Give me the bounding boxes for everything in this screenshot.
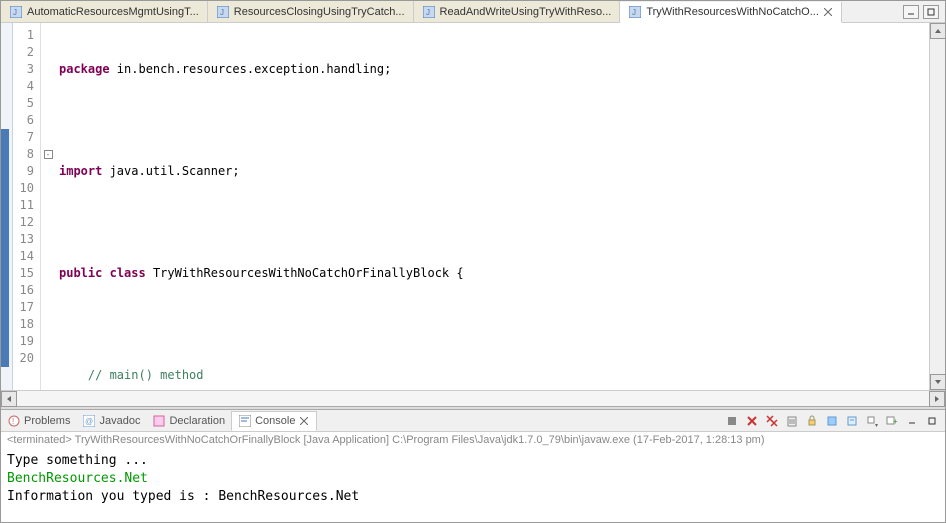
line-number: 7 — [13, 129, 34, 146]
svg-text:J: J — [220, 8, 224, 17]
line-number: 9 — [13, 163, 34, 180]
line-number: 14 — [13, 248, 34, 265]
tab-file-2[interactable]: J ResourcesClosingUsingTryCatch... — [208, 1, 414, 22]
scroll-lock-button[interactable] — [803, 412, 821, 430]
line-number: 6 — [13, 112, 34, 129]
console-line: Type something ... — [7, 452, 939, 470]
java-file-icon: J — [9, 5, 23, 19]
code-editor[interactable]: 1 2 3 4 5 6 7 8 9 10 11 12 13 14 15 16 1… — [1, 23, 945, 390]
maximize-view-button[interactable] — [923, 412, 941, 430]
line-number: 15 — [13, 265, 34, 282]
tab-label: Console — [255, 415, 295, 427]
tab-label: AutomaticResourcesMgmtUsingT... — [27, 6, 199, 18]
tab-label: ResourcesClosingUsingTryCatch... — [234, 6, 405, 18]
line-number: 19 — [13, 333, 34, 350]
scroll-right-icon[interactable] — [929, 391, 945, 407]
tab-label: ReadAndWriteUsingTryWithReso... — [440, 6, 612, 18]
line-number-gutter: 1 2 3 4 5 6 7 8 9 10 11 12 13 14 15 16 1… — [13, 23, 41, 390]
java-file-icon: J — [216, 5, 230, 19]
remove-launch-button[interactable] — [743, 412, 761, 430]
fold-column: - — [41, 23, 55, 390]
tab-declaration[interactable]: Declaration — [146, 412, 231, 430]
svg-text:J: J — [632, 8, 636, 17]
scroll-down-icon[interactable] — [930, 374, 946, 390]
tab-label: Declaration — [169, 415, 225, 427]
scroll-left-icon[interactable] — [1, 391, 17, 407]
terminate-button[interactable] — [723, 412, 741, 430]
scroll-up-icon[interactable] — [930, 23, 946, 39]
line-number: 3 — [13, 61, 34, 78]
tab-label: Problems — [24, 415, 70, 427]
open-console-dropdown[interactable] — [863, 412, 881, 430]
minimize-view-button[interactable] — [903, 412, 921, 430]
line-number: 1 — [13, 27, 34, 44]
horizontal-scrollbar[interactable] — [1, 390, 945, 406]
line-number: 12 — [13, 214, 34, 231]
line-number: 8 — [13, 146, 34, 163]
line-number: 17 — [13, 299, 34, 316]
line-number: 13 — [13, 231, 34, 248]
remove-all-button[interactable] — [763, 412, 781, 430]
clear-console-button[interactable] — [783, 412, 801, 430]
svg-text:@: @ — [85, 417, 93, 426]
vertical-scrollbar[interactable] — [929, 23, 945, 390]
code-area[interactable]: package in.bench.resources.exception.han… — [55, 23, 945, 390]
close-icon[interactable] — [300, 416, 310, 426]
console-line: Information you typed is : BenchResource… — [7, 488, 939, 506]
svg-text:+: + — [893, 417, 898, 426]
svg-text:J: J — [13, 8, 17, 17]
line-number: 5 — [13, 95, 34, 112]
line-number: 4 — [13, 78, 34, 95]
tab-problems[interactable]: ! Problems — [1, 412, 76, 430]
minimize-button[interactable] — [903, 5, 919, 19]
maximize-button[interactable] — [923, 5, 939, 19]
new-console-dropdown[interactable]: + — [883, 412, 901, 430]
declaration-icon — [152, 414, 166, 428]
java-file-icon: J — [422, 5, 436, 19]
line-number: 10 — [13, 180, 34, 197]
svg-text:J: J — [426, 8, 430, 17]
line-number: 2 — [13, 44, 34, 61]
bottom-view-tabs: ! Problems @ Javadoc Declaration Console… — [1, 410, 945, 432]
editor-ruler — [1, 23, 13, 390]
console-line-input: BenchResources.Net — [7, 470, 939, 488]
tab-label: TryWithResourcesWithNoCatchO... — [646, 6, 819, 18]
tab-file-3[interactable]: J ReadAndWriteUsingTryWithReso... — [414, 1, 621, 22]
svg-text:!: ! — [12, 417, 14, 426]
close-icon[interactable] — [823, 7, 833, 17]
problems-icon: ! — [7, 414, 21, 428]
console-output[interactable]: Type something ... BenchResources.Net In… — [1, 448, 945, 510]
line-number: 18 — [13, 316, 34, 333]
console-status: <terminated> TryWithResourcesWithNoCatch… — [1, 432, 945, 448]
tab-javadoc[interactable]: @ Javadoc — [76, 412, 146, 430]
line-number: 11 — [13, 197, 34, 214]
display-selected-button[interactable] — [843, 412, 861, 430]
javadoc-icon: @ — [82, 414, 96, 428]
pin-console-button[interactable] — [823, 412, 841, 430]
editor-tabs-bar: J AutomaticResourcesMgmtUsingT... J Reso… — [1, 1, 945, 23]
console-icon — [238, 414, 252, 428]
line-number: 16 — [13, 282, 34, 299]
window-controls — [903, 5, 945, 19]
tab-console[interactable]: Console — [231, 411, 317, 431]
tab-label: Javadoc — [99, 415, 140, 427]
java-file-icon: J — [628, 5, 642, 19]
fold-collapse-icon[interactable]: - — [44, 150, 53, 159]
line-number: 20 — [13, 350, 34, 367]
tab-file-1[interactable]: J AutomaticResourcesMgmtUsingT... — [1, 1, 208, 22]
tab-file-4[interactable]: J TryWithResourcesWithNoCatchO... — [620, 2, 842, 23]
console-toolbar: + — [723, 412, 945, 430]
